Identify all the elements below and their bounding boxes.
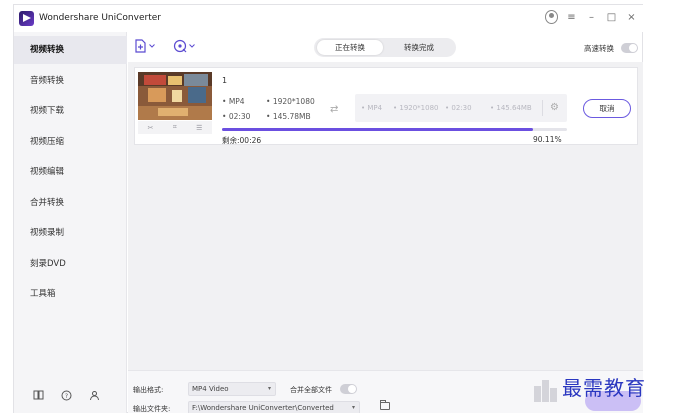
target-duration: • 02:30 (445, 104, 472, 112)
book-icon[interactable] (32, 389, 44, 401)
task-file-name: 1 (222, 76, 228, 85)
progress-fill (222, 128, 533, 131)
svg-text:?: ? (64, 393, 67, 400)
task-card: ✂ ⌗ ☰ 1 • MP4 • 1920*1080 • 02:30 • 145.… (134, 67, 638, 145)
gear-icon[interactable]: ⚙ (550, 102, 559, 113)
title-bar: Wondershare UniConverter ≡ – □ × (14, 5, 644, 32)
source-duration: • 02:30 (222, 112, 251, 121)
folder-icon[interactable] (380, 400, 390, 410)
target-settings[interactable]: • MP4 • 1920*1080 • 02:30 • 145.64MB ⚙ (355, 94, 567, 122)
chevron-down-icon: ▾ (267, 385, 271, 392)
add-device-icon (173, 39, 187, 53)
status-tabs: 正在转换 转换完成 (314, 38, 456, 57)
target-resolution: • 1920*1080 (393, 104, 439, 112)
chevron-down-icon: ▾ (351, 404, 355, 411)
sidebar-item-toolbox[interactable]: 工具箱 (14, 280, 127, 308)
output-folder-label: 输出文件夹: (133, 405, 171, 413)
sidebar-item-record[interactable]: 视频录制 (14, 219, 127, 247)
video-thumbnail[interactable] (138, 72, 212, 120)
account-button[interactable] (545, 10, 558, 24)
watermark-logo (534, 380, 558, 402)
cut-icon[interactable]: ✂ (148, 124, 154, 132)
output-folder-select[interactable]: F:\Wondershare UniConverter\Converted ▾ (188, 401, 360, 413)
add-device-button[interactable] (173, 38, 195, 54)
people-icon[interactable] (88, 389, 100, 401)
source-size: • 145.78MB (266, 112, 311, 121)
watermark-text: 最需教育 (562, 376, 646, 400)
high-speed-toggle[interactable] (621, 43, 638, 53)
chevron-down-icon (149, 44, 155, 48)
thumbnail-edit-bar: ✂ ⌗ ☰ (138, 121, 212, 134)
sidebar-item-video-compress[interactable]: 视频压缩 (14, 128, 127, 156)
sidebar-item-video-edit[interactable]: 视频编辑 (14, 158, 127, 186)
chevron-down-icon (189, 44, 195, 48)
shuffle-icon: ⇄ (330, 104, 339, 115)
task-list: ✂ ⌗ ☰ 1 • MP4 • 1920*1080 • 02:30 • 145.… (128, 62, 643, 370)
app-window: Wondershare UniConverter ≡ – □ × 视频转换 音频… (13, 4, 644, 413)
minimize-button[interactable]: – (585, 10, 598, 24)
merge-label: 合并全部文件 (290, 386, 332, 394)
progress-bar (222, 128, 567, 131)
close-button[interactable]: × (625, 10, 638, 24)
sidebar-footer: ? (32, 389, 100, 401)
high-speed-label: 高速转换 (584, 44, 614, 53)
sidebar-item-video-convert[interactable]: 视频转换 (14, 36, 127, 64)
crop-icon[interactable]: ⌗ (173, 123, 177, 132)
menu-button[interactable]: ≡ (565, 10, 578, 24)
source-resolution: • 1920*1080 (266, 97, 315, 106)
tab-finished[interactable]: 转换完成 (386, 40, 452, 55)
app-title: Wondershare UniConverter (39, 13, 161, 23)
sidebar-item-video-download[interactable]: 视频下载 (14, 97, 127, 125)
target-size: • 145.64MB (490, 104, 532, 112)
divider (542, 100, 543, 116)
sidebar-item-merge[interactable]: 合并转换 (14, 189, 127, 217)
add-file-icon (135, 39, 146, 53)
maximize-button[interactable]: □ (605, 10, 618, 24)
remaining-time: 剩余:00:26 (222, 136, 262, 145)
add-file-button[interactable] (134, 38, 155, 54)
output-format-label: 输出格式: (133, 386, 164, 394)
toolbar: 正在转换 转换完成 高速转换 (127, 32, 643, 62)
source-format: • MP4 (222, 97, 245, 106)
tab-converting[interactable]: 正在转换 (317, 40, 383, 55)
sidebar-item-audio-convert[interactable]: 音频转换 (14, 67, 127, 95)
app-logo-icon (19, 11, 34, 26)
cancel-button[interactable]: 取消 (583, 99, 631, 118)
output-format-select[interactable]: MP4 Video ▾ (188, 382, 276, 396)
sidebar: 视频转换 音频转换 视频下载 视频压缩 视频编辑 合并转换 视频录制 刻录DVD… (14, 32, 127, 413)
effects-icon[interactable]: ☰ (196, 124, 202, 132)
target-format: • MP4 (361, 104, 383, 112)
progress-percent: 90.11% (533, 135, 562, 144)
sidebar-item-burn-dvd[interactable]: 刻录DVD (14, 250, 127, 278)
help-icon[interactable]: ? (60, 389, 72, 401)
user-icon (545, 10, 558, 24)
window-controls: ≡ – □ × (545, 10, 638, 24)
merge-toggle[interactable] (340, 384, 357, 394)
